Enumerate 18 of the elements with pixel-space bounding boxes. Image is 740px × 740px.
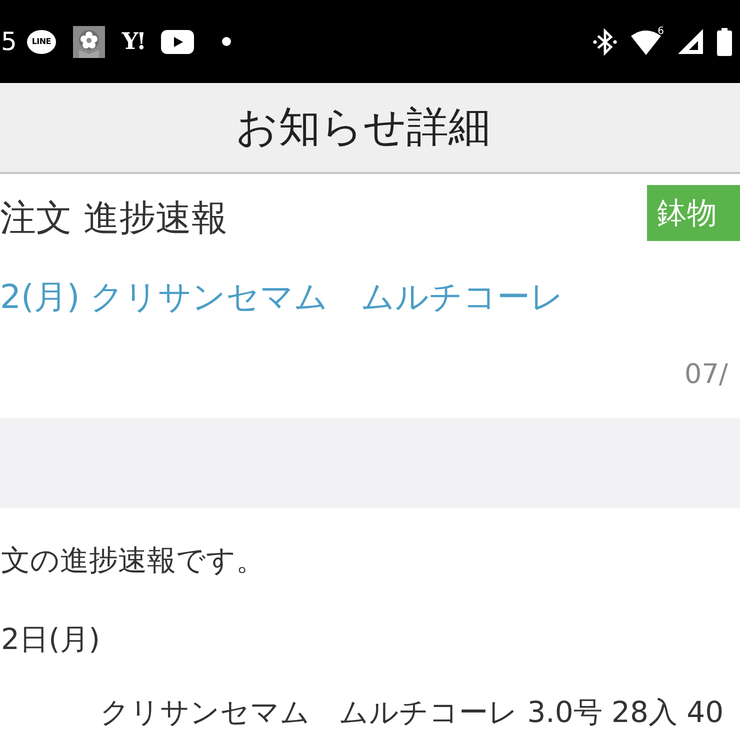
page-title: お知らせ詳細 (236, 102, 490, 153)
notice-subject: 2(月) クリサンセマム ムルチコーレ (0, 276, 566, 318)
message-text: 文の進捗速報です。 (1, 543, 266, 578)
logo-text: Y! (122, 30, 144, 53)
bluetooth-icon (592, 28, 617, 56)
dot-icon (222, 37, 232, 46)
play-button-icon (161, 30, 194, 54)
order-item-text: クリサンセマム ムルチコーレ 3.0号 28入 40 (100, 694, 725, 730)
notice-title: 注文 進捗速報 (0, 197, 228, 240)
wifi-standard-label: 6 (658, 26, 664, 36)
battery-icon (717, 28, 732, 56)
message-text: 2日(月) (1, 622, 102, 657)
flower-app-icon (72, 26, 105, 58)
notice-date: 07/ (684, 359, 728, 392)
signal-icon (678, 29, 703, 54)
chat-bubble-logo: LINE (26, 30, 56, 54)
category-badge: 鉢物 (647, 185, 740, 241)
status-time: 5 (1, 29, 17, 54)
